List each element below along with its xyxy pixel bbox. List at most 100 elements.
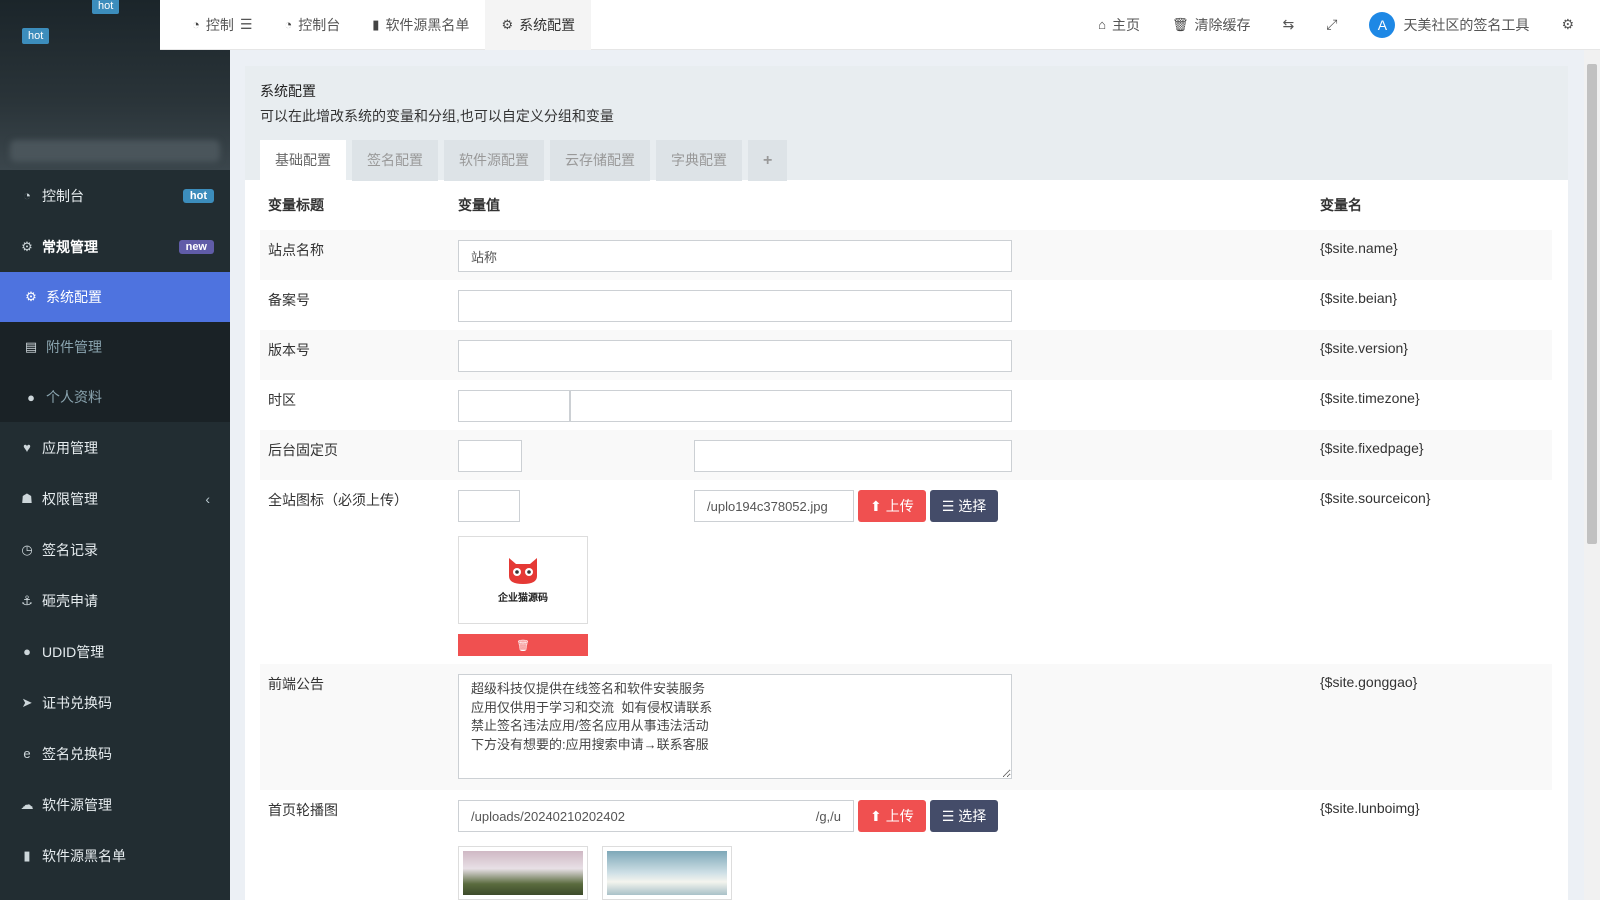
sidebar-item-label: 系统配置 (46, 289, 102, 305)
carousel-input[interactable]: /uploads/20240210202402 /g,/u (458, 800, 854, 832)
page-scrollbar[interactable] (1584, 50, 1600, 900)
logo-placeholder (10, 140, 220, 162)
sidebar-item-label: 应用管理 (42, 439, 98, 456)
select-label: 选择 (958, 498, 987, 514)
site-icon-preview: 企业猫源码 (458, 536, 588, 624)
sidebar-item-shell-request[interactable]: ⚓ 砸壳申请 (0, 575, 230, 626)
notice-textarea[interactable]: 超级科技仅提供在线签名和软件安装服务 应用仅供用于学习和交流 如有侵权请联系 禁… (458, 674, 1012, 779)
carousel-thumb (601, 846, 732, 900)
user-menu[interactable]: A 天美社区的签名工具 (1353, 0, 1545, 50)
upload-icon: ⬆ (870, 497, 882, 514)
row-label: 备案号 (268, 292, 310, 308)
row-label: 版本号 (260, 330, 450, 380)
language-icon: ⇆ (1282, 16, 1295, 32)
hot-badge: hot (22, 28, 50, 44)
home-icon: ⌂ (1098, 17, 1106, 32)
main-content: 系统配置 可以在此增改系统的变量和分组,也可以自定义分组和变量 基础配置 签名配… (245, 66, 1568, 900)
users-icon: ☗ (21, 490, 33, 506)
sidebar-item-label: 个人资料 (46, 389, 102, 405)
site-name-input[interactable]: 站称 (458, 240, 1012, 272)
sidebar-item-apps[interactable]: ♥ 应用管理 (0, 422, 230, 473)
timezone-select[interactable] (458, 390, 570, 422)
sidebar-item-label: 软件源管理 (42, 796, 112, 813)
select-button[interactable]: ☰ 选择 (929, 490, 999, 522)
config-table: 变量标题 变量值 变量名 站点名称 站称 {$site.name} 备案号 {$… (260, 180, 1552, 900)
sidebar-item-sign-codes[interactable]: e 签名兑换码 (0, 728, 230, 779)
dashboard-icon: ◔ (192, 17, 200, 32)
sidebar-item-label: 签名记录 (42, 541, 98, 558)
avatar: A (1369, 11, 1396, 38)
dashboard-icon: ◔ (284, 17, 293, 32)
nav-dashboard-toggle[interactable]: ◔ 控制 ☰ (160, 0, 268, 50)
sidebar-item-label: 证书兑换码 (42, 694, 112, 711)
panel-heading: 系统配置 可以在此增改系统的变量和分组,也可以自定义分组和变量 基础配置 签名配… (245, 66, 1568, 181)
tab-label: 软件源黑名单 (385, 16, 470, 33)
menu-icon[interactable]: ☰ (240, 16, 253, 33)
sidebar-item-permissions[interactable]: ☗ 权限管理 ‹ (0, 473, 230, 524)
delete-image-button[interactable]: 🗑 (458, 634, 588, 656)
sidebar-item-label: 软件源黑名单 (42, 847, 126, 864)
table-row: 站点名称 站称 {$site.name} (260, 230, 1552, 280)
tab-source-config[interactable]: 软件源配置 (444, 140, 544, 181)
page-subtitle: 可以在此增改系统的变量和分组,也可以自定义分组和变量 (260, 108, 614, 124)
clock-icon: ◷ (21, 541, 33, 557)
cogs-icon: ⚙ (1561, 16, 1574, 32)
send-icon: ➤ (21, 694, 33, 710)
sidebar-item-attachments[interactable]: ▤ 附件管理 (0, 322, 230, 372)
clear-cache-label: 清除缓存 (1194, 16, 1251, 33)
chevron-left-icon: ‹ (205, 490, 210, 507)
sidebar-item-sign-records[interactable]: ◷ 签名记录 (0, 524, 230, 575)
timezone-input[interactable] (570, 390, 1012, 422)
sidebar: hot hot ◔ 控制台 hot ⚙ 常规管理 new ⚙ 系统配置 ▤ 附件… (0, 0, 230, 900)
fixedpage-select[interactable] (458, 440, 522, 472)
row-label: 全站图标（必须上传） (268, 492, 408, 508)
hot-badge: hot (182, 188, 214, 203)
sidebar-item-cert-codes[interactable]: ➤ 证书兑换码 (0, 677, 230, 728)
sidebar-item-profile[interactable]: ● 个人资料 (0, 372, 230, 422)
sidebar-item-general[interactable]: ⚙ 常规管理 new (0, 221, 230, 272)
hot-badge: hot (92, 0, 120, 14)
var-name: {$site.sourceicon} (1320, 490, 1431, 506)
language-button[interactable]: ⇆ (1267, 0, 1311, 50)
sourceicon-input[interactable]: /uplo194c378052.jpg (694, 490, 854, 522)
var-name: {$site.version} (1312, 330, 1552, 380)
tab-dashboard[interactable]: ◔ 控制台 (268, 0, 356, 50)
clear-cache-button[interactable]: 🗑 清除缓存 (1156, 0, 1267, 50)
sidebar-submenu: ⚙ 系统配置 ▤ 附件管理 ● 个人资料 (0, 272, 230, 422)
row-label: 站点名称 (260, 230, 450, 280)
settings-button[interactable]: ⚙ (1545, 0, 1600, 50)
home-label: 主页 (1111, 16, 1140, 33)
sidebar-item-dashboard[interactable]: ◔ 控制台 hot (0, 170, 230, 221)
sidebar-item-udid[interactable]: ● UDID管理 (0, 626, 230, 677)
tab-source-blacklist[interactable]: ▮ 软件源黑名单 (356, 0, 485, 50)
tab-system-config[interactable]: ⚙ 系统配置 (485, 0, 592, 50)
var-name: {$site.fixedpage} (1312, 430, 1552, 480)
user-icon: ● (27, 389, 35, 405)
tab-label: 系统配置 (519, 16, 576, 33)
sidebar-item-sources[interactable]: ☁ 软件源管理 (0, 779, 230, 830)
tab-sign-config[interactable]: 签名配置 (352, 140, 438, 181)
sidebar-item-label: 控制台 (42, 187, 84, 204)
tab-basic-config[interactable]: 基础配置 (260, 140, 346, 181)
add-tab-button[interactable]: + (748, 140, 788, 181)
upload-button[interactable]: ⬆ 上传 (858, 800, 926, 832)
upload-button[interactable]: ⬆ 上传 (858, 490, 926, 522)
scrollbar-thumb[interactable] (1587, 64, 1597, 544)
select-button[interactable]: ☰ 选择 (929, 800, 999, 832)
book-icon: ▮ (372, 16, 380, 32)
var-name: {$site.name} (1312, 230, 1552, 280)
tab-cloud-storage-config[interactable]: 云存储配置 (550, 140, 650, 181)
beian-input[interactable] (458, 290, 1012, 322)
new-badge: new (178, 239, 214, 254)
edge-icon: e (23, 746, 31, 761)
sidebar-item-system-config[interactable]: ⚙ 系统配置 (0, 272, 230, 322)
home-link[interactable]: ⌂ 主页 (1082, 0, 1156, 50)
version-input[interactable] (458, 340, 1012, 372)
upload-label: 上传 (885, 808, 914, 824)
sidebar-item-source-blacklist[interactable]: ▮ 软件源黑名单 (0, 830, 230, 881)
fixedpage-input[interactable] (694, 440, 1012, 472)
header-title: 变量标题 (268, 197, 324, 213)
fullscreen-button[interactable]: ⤢ (1310, 0, 1353, 50)
tab-dictionary-config[interactable]: 字典配置 (656, 140, 742, 181)
sourceicon-prefix[interactable] (458, 490, 520, 522)
